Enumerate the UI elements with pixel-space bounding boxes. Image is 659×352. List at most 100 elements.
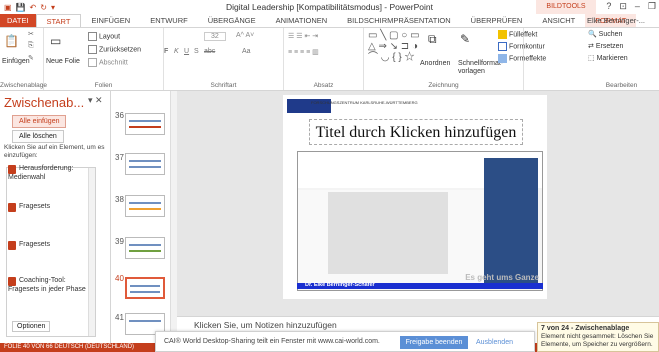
paste-button[interactable]: Einfügen	[2, 58, 30, 65]
slide-thumbnails: 36 37 38 39 40 41	[111, 91, 177, 343]
tab-bildschirmpraesentation[interactable]: BILDSCHIRMPRÄSENTATION	[337, 14, 460, 27]
group-label-slides: Folien	[94, 82, 113, 89]
select-icon: ⬚	[588, 55, 595, 62]
screenshot-image[interactable]	[297, 151, 543, 291]
tab-entwurf[interactable]: ENTWURF	[140, 14, 198, 27]
new-slide-button[interactable]: Neue Folie	[46, 58, 80, 65]
tab-ueberpruefen[interactable]: ÜBERPRÜFEN	[461, 14, 533, 27]
arrange-icon[interactable]: ⧉	[428, 32, 437, 47]
hide-sharing-button[interactable]: Ausblenden	[476, 336, 513, 349]
title-placeholder[interactable]: Titel durch Klicken hinzufügen	[309, 119, 523, 145]
section-button[interactable]: Abschnitt	[88, 58, 128, 67]
slide-motto: Es geht ums Ganze	[465, 273, 539, 282]
clipboard-item-label: Herausforderung: Medienwahl	[8, 165, 74, 181]
tab-datei[interactable]: DATEI	[0, 14, 36, 27]
tab-einfuegen[interactable]: EINFÜGEN	[81, 14, 140, 27]
change-case-button[interactable]: Aa	[242, 48, 251, 55]
binoculars-icon: 🔍	[588, 31, 597, 38]
replace-button[interactable]: ⇄ Ersetzen	[588, 42, 623, 50]
shadow-button[interactable]: S	[194, 48, 199, 55]
thumbnail-number: 41	[115, 313, 124, 322]
clear-all-button[interactable]: Alle löschen	[12, 130, 64, 143]
restore-icon[interactable]: ❐	[648, 1, 656, 12]
select-label: Markieren	[596, 55, 628, 62]
arrange-button[interactable]: Anordnen	[420, 60, 450, 67]
underline-button[interactable]: U	[184, 48, 189, 55]
clipboard-item-icon	[8, 277, 16, 286]
copy-icon[interactable]: ⎘	[28, 42, 34, 50]
outline-label: Formkontur	[509, 43, 545, 51]
close-icon[interactable]: ▾ ✕	[88, 95, 103, 106]
stop-sharing-button[interactable]: Freigabe beenden	[400, 336, 468, 349]
group-label-font: Schriftart	[210, 82, 237, 89]
font-grow-icon[interactable]: A^ A˅	[236, 32, 254, 39]
reset-button[interactable]: Zurücksetzen	[88, 45, 141, 54]
shapes-gallery[interactable]: ▭ ╲ ▢ ○ ▭ △ ⇒ ↘ ⊐ ◑ ⌒ ◡ { } ☆	[368, 30, 420, 63]
clipboard-item[interactable]: Fragesets	[8, 241, 50, 250]
notification-body: Element nicht gesammelt: Löschen Sie Ele…	[541, 333, 654, 348]
group-label-clipboard: Zwischenablage	[0, 82, 47, 89]
ribbon-tabs: DATEI START EINFÜGEN ENTWURF ÜBERGÄNGE A…	[0, 14, 659, 27]
clipboard-item[interactable]: Coaching-Tool: Fragesets in jeder Phase	[8, 277, 92, 294]
effects-button[interactable]: Formeffekte	[498, 54, 546, 63]
user-name[interactable]: Elke Berninger-...	[587, 14, 645, 27]
select-button[interactable]: ⬚ Markieren	[588, 54, 628, 62]
clipboard-item-label: Fragesets	[19, 241, 51, 248]
slide-thumbnail[interactable]	[125, 237, 165, 259]
new-slide-icon[interactable]: ▭	[50, 34, 61, 48]
group-slides: ▭ Neue Folie Layout Zurücksetzen Abschni…	[44, 28, 164, 90]
fill-label: Fülleffekt	[509, 31, 538, 39]
outline-button[interactable]: Formkontur	[498, 42, 545, 51]
slide-thumbnail[interactable]	[125, 195, 165, 217]
tab-start[interactable]: START	[35, 14, 82, 27]
cut-icon[interactable]: ✂	[28, 30, 34, 38]
quickstyles-icon[interactable]: ✎	[460, 32, 470, 46]
font-size-select[interactable]: 32	[204, 32, 226, 41]
format-painter-icon[interactable]: ✎	[28, 54, 34, 62]
bullet-list-icon[interactable]: ☰ ☰ ⇤ ⇥	[288, 32, 318, 40]
clipboard-paste-icon[interactable]: 📋	[4, 34, 19, 48]
thumbnail-number: 36	[115, 111, 124, 120]
group-drawing: ▭ ╲ ▢ ○ ▭ △ ⇒ ↘ ⊐ ◑ ⌒ ◡ { } ☆ ⧉ Anordnen ✎…	[364, 28, 546, 90]
slide-thumbnail-selected[interactable]	[125, 277, 165, 299]
clipboard-hint: Klicken Sie auf ein Element, um es einzu…	[4, 144, 105, 159]
clipboard-notification[interactable]: 7 von 24 - Zwischenablage Element nicht …	[537, 322, 659, 352]
notification-title: 7 von 24 - Zwischenablage	[541, 325, 630, 332]
tab-ansicht[interactable]: ANSICHT	[532, 14, 585, 27]
clipboard-item[interactable]: Herausforderung: Medienwahl	[8, 165, 92, 182]
slide-canvas[interactable]: FORSCHUNGSZENTRUM KARLSRUHE-WÜRTTEMBERG …	[283, 95, 547, 299]
clipboard-item[interactable]: Fragesets	[8, 203, 50, 212]
fill-button[interactable]: Fülleffekt	[498, 30, 537, 39]
slide-thumbnail[interactable]	[125, 153, 165, 175]
clipboard-pane-title: Zwischenab...	[4, 95, 85, 110]
thumbnail-number-selected: 40	[115, 274, 124, 283]
align-icons[interactable]: ≡ ≡ ≡ ≡ ▥	[288, 48, 319, 56]
find-label: Suchen	[598, 31, 623, 38]
bold-button[interactable]: F	[164, 48, 168, 55]
tab-animationen[interactable]: ANIMATIONEN	[266, 14, 338, 27]
minimize-icon[interactable]: –	[635, 1, 640, 12]
tab-uebergaenge[interactable]: ÜBERGÄNGE	[198, 14, 266, 27]
strikethrough-button[interactable]: abc	[204, 48, 215, 55]
layout-button[interactable]: Layout	[88, 32, 120, 41]
group-label-drawing: Zeichnung	[428, 82, 459, 89]
notes-placeholder[interactable]: Klicken Sie, um Notizen hinzuzufügen	[194, 320, 337, 330]
ribbon-display-icon[interactable]: ⊡	[619, 1, 627, 12]
options-button[interactable]: Optionen	[12, 321, 51, 332]
group-clipboard: 📋 Einfügen ✂ ⎘ ✎ Zwischenablage	[0, 28, 47, 90]
thumbnails-scrollbar[interactable]	[170, 91, 177, 343]
paste-all-button[interactable]: Alle einfügen	[12, 115, 67, 128]
help-icon[interactable]: ?	[606, 1, 611, 12]
section-label: Abschnitt	[99, 59, 128, 67]
group-font: 32 A^ A˅ F K U S abc Aa Schriftart	[164, 28, 284, 90]
slide-editor: FORSCHUNGSZENTRUM KARLSRUHE-WÜRTTEMBERG …	[177, 91, 659, 316]
slide-thumbnail[interactable]	[125, 113, 165, 135]
find-button[interactable]: 🔍 Suchen	[588, 30, 622, 38]
italic-button[interactable]: K	[174, 48, 179, 55]
ribbon: 📋 Einfügen ✂ ⎘ ✎ Zwischenablage ▭ Neue F…	[0, 27, 659, 91]
thumbnail-number: 38	[115, 195, 124, 204]
quickstyles-button[interactable]: Schnellformat-vorlagen	[458, 60, 503, 76]
screenshot-sidebar	[484, 158, 538, 284]
layout-label: Layout	[99, 33, 121, 41]
clipboard-scrollbar[interactable]	[88, 168, 95, 336]
